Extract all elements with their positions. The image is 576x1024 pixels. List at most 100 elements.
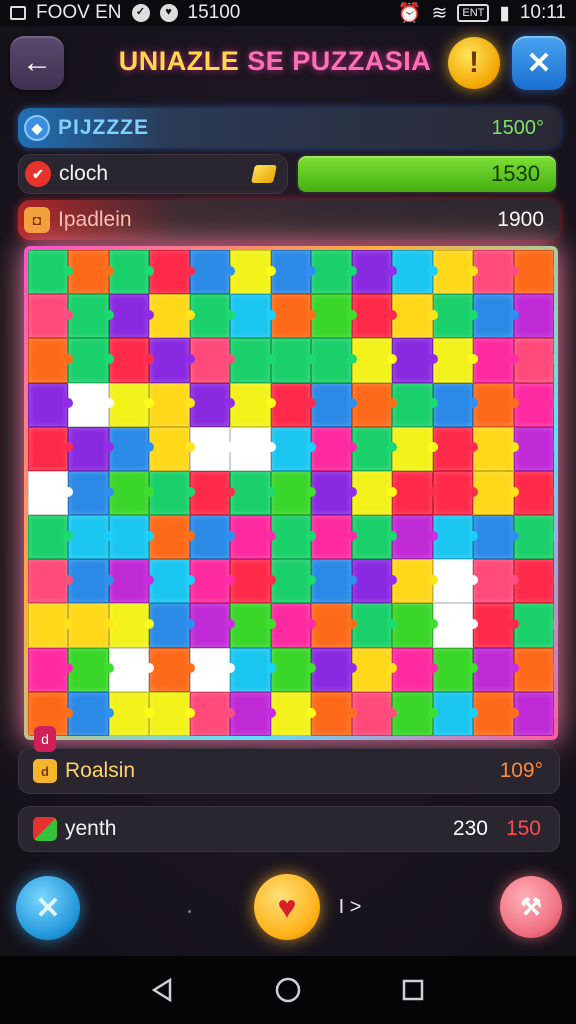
puzzle-piece[interactable]	[432, 515, 474, 560]
puzzle-piece[interactable]	[230, 559, 271, 604]
next-button[interactable]: I >	[330, 892, 370, 922]
puzzle-piece[interactable]	[473, 603, 514, 648]
puzzle-piece[interactable]	[311, 338, 352, 383]
puzzle-piece[interactable]	[311, 426, 352, 471]
puzzle-piece[interactable]	[189, 382, 231, 427]
puzzle-piece[interactable]	[432, 338, 474, 383]
puzzle-piece[interactable]	[108, 691, 150, 736]
puzzle-piece[interactable]	[270, 603, 312, 648]
puzzle-piece[interactable]	[392, 647, 433, 692]
puzzle-piece[interactable]	[230, 691, 271, 736]
puzzle-piece[interactable]	[513, 647, 554, 692]
puzzle-piece[interactable]	[432, 382, 474, 427]
puzzle-piece[interactable]	[392, 250, 433, 295]
puzzle-piece[interactable]	[432, 426, 474, 471]
hint-button[interactable]: !	[448, 37, 500, 89]
puzzle-piece[interactable]	[189, 426, 231, 471]
favorite-button[interactable]: ♥	[254, 874, 320, 940]
puzzle-piece[interactable]	[392, 382, 433, 427]
puzzle-piece[interactable]	[351, 470, 393, 516]
puzzle-piece[interactable]	[230, 647, 271, 692]
puzzle-piece[interactable]	[270, 470, 312, 516]
tool-button[interactable]: ⚒	[500, 876, 562, 938]
puzzle-piece[interactable]	[351, 250, 393, 295]
puzzle-piece[interactable]	[513, 515, 554, 560]
puzzle-piece[interactable]	[108, 603, 150, 648]
puzzle-piece[interactable]	[189, 470, 231, 516]
puzzle-piece[interactable]	[189, 559, 231, 604]
puzzle-piece[interactable]	[189, 691, 231, 736]
puzzle-piece[interactable]	[230, 426, 271, 471]
puzzle-piece[interactable]	[351, 647, 393, 692]
puzzle-piece[interactable]	[108, 515, 150, 560]
puzzle-piece[interactable]	[68, 470, 109, 516]
puzzle-piece[interactable]	[230, 294, 271, 339]
puzzle-piece[interactable]	[28, 338, 69, 383]
puzzle-piece[interactable]	[149, 294, 190, 339]
puzzle-piece[interactable]	[351, 603, 393, 648]
puzzle-piece[interactable]	[108, 250, 150, 295]
puzzle-piece[interactable]	[513, 338, 554, 383]
puzzle-piece[interactable]	[513, 294, 554, 339]
puzzle-piece[interactable]	[473, 470, 514, 516]
puzzle-piece[interactable]	[108, 338, 150, 383]
puzzle-piece[interactable]	[513, 559, 554, 604]
puzzle-piece[interactable]	[189, 250, 231, 295]
puzzle-piece[interactable]	[270, 338, 312, 383]
puzzle-piece[interactable]	[311, 515, 352, 560]
puzzle-piece[interactable]	[68, 647, 109, 692]
puzzle-piece[interactable]	[149, 559, 190, 604]
puzzle-piece[interactable]	[28, 294, 69, 339]
puzzle-piece[interactable]	[311, 603, 352, 648]
puzzle-piece[interactable]	[432, 294, 474, 339]
puzzle-piece[interactable]	[28, 382, 69, 427]
nav-home-button[interactable]	[268, 970, 308, 1010]
puzzle-piece[interactable]	[351, 382, 393, 427]
puzzle-piece[interactable]	[149, 250, 190, 295]
puzzle-piece[interactable]	[149, 603, 190, 648]
puzzle-piece[interactable]	[230, 515, 271, 560]
puzzle-piece[interactable]	[149, 382, 190, 427]
puzzle-piece[interactable]	[270, 382, 312, 427]
puzzle-piece[interactable]	[392, 559, 433, 604]
puzzle-piece[interactable]	[149, 470, 190, 516]
puzzle-piece[interactable]	[230, 338, 271, 383]
puzzle-piece[interactable]	[149, 647, 190, 692]
puzzle-piece[interactable]	[311, 647, 352, 692]
puzzle-piece[interactable]	[149, 426, 190, 471]
puzzle-piece[interactable]	[311, 470, 352, 516]
puzzle-piece[interactable]	[311, 382, 352, 427]
puzzle-piece[interactable]	[28, 515, 69, 560]
puzzle-piece[interactable]	[68, 515, 109, 560]
puzzle-piece[interactable]	[108, 382, 150, 427]
puzzle-piece[interactable]	[351, 294, 393, 339]
puzzle-piece[interactable]	[473, 647, 514, 692]
puzzle-piece[interactable]	[270, 426, 312, 471]
puzzle-piece[interactable]	[392, 603, 433, 648]
puzzle-piece[interactable]	[392, 470, 433, 516]
puzzle-piece[interactable]	[108, 426, 150, 471]
puzzle-piece[interactable]	[513, 470, 554, 516]
puzzle-piece[interactable]	[432, 691, 474, 736]
puzzle-piece[interactable]	[270, 647, 312, 692]
puzzle-piece[interactable]	[473, 382, 514, 427]
puzzle-piece[interactable]	[149, 691, 190, 736]
puzzle-piece[interactable]	[270, 250, 312, 295]
puzzle-piece[interactable]	[473, 559, 514, 604]
puzzle-piece[interactable]	[108, 647, 150, 692]
puzzle-piece[interactable]	[189, 338, 231, 383]
puzzle-piece[interactable]	[108, 470, 150, 516]
puzzle-piece[interactable]	[68, 294, 109, 339]
puzzle-piece[interactable]	[432, 559, 474, 604]
puzzle-piece[interactable]	[189, 294, 231, 339]
puzzle-piece[interactable]	[311, 294, 352, 339]
back-button[interactable]: ←	[10, 36, 64, 90]
puzzle-piece[interactable]	[189, 647, 231, 692]
puzzle-piece[interactable]	[432, 647, 474, 692]
puzzle-piece[interactable]	[28, 426, 69, 471]
puzzle-piece[interactable]	[432, 250, 474, 295]
puzzle-board[interactable]	[28, 250, 554, 736]
puzzle-piece[interactable]	[28, 603, 69, 648]
puzzle-piece[interactable]	[392, 338, 433, 383]
puzzle-piece[interactable]	[68, 426, 109, 471]
